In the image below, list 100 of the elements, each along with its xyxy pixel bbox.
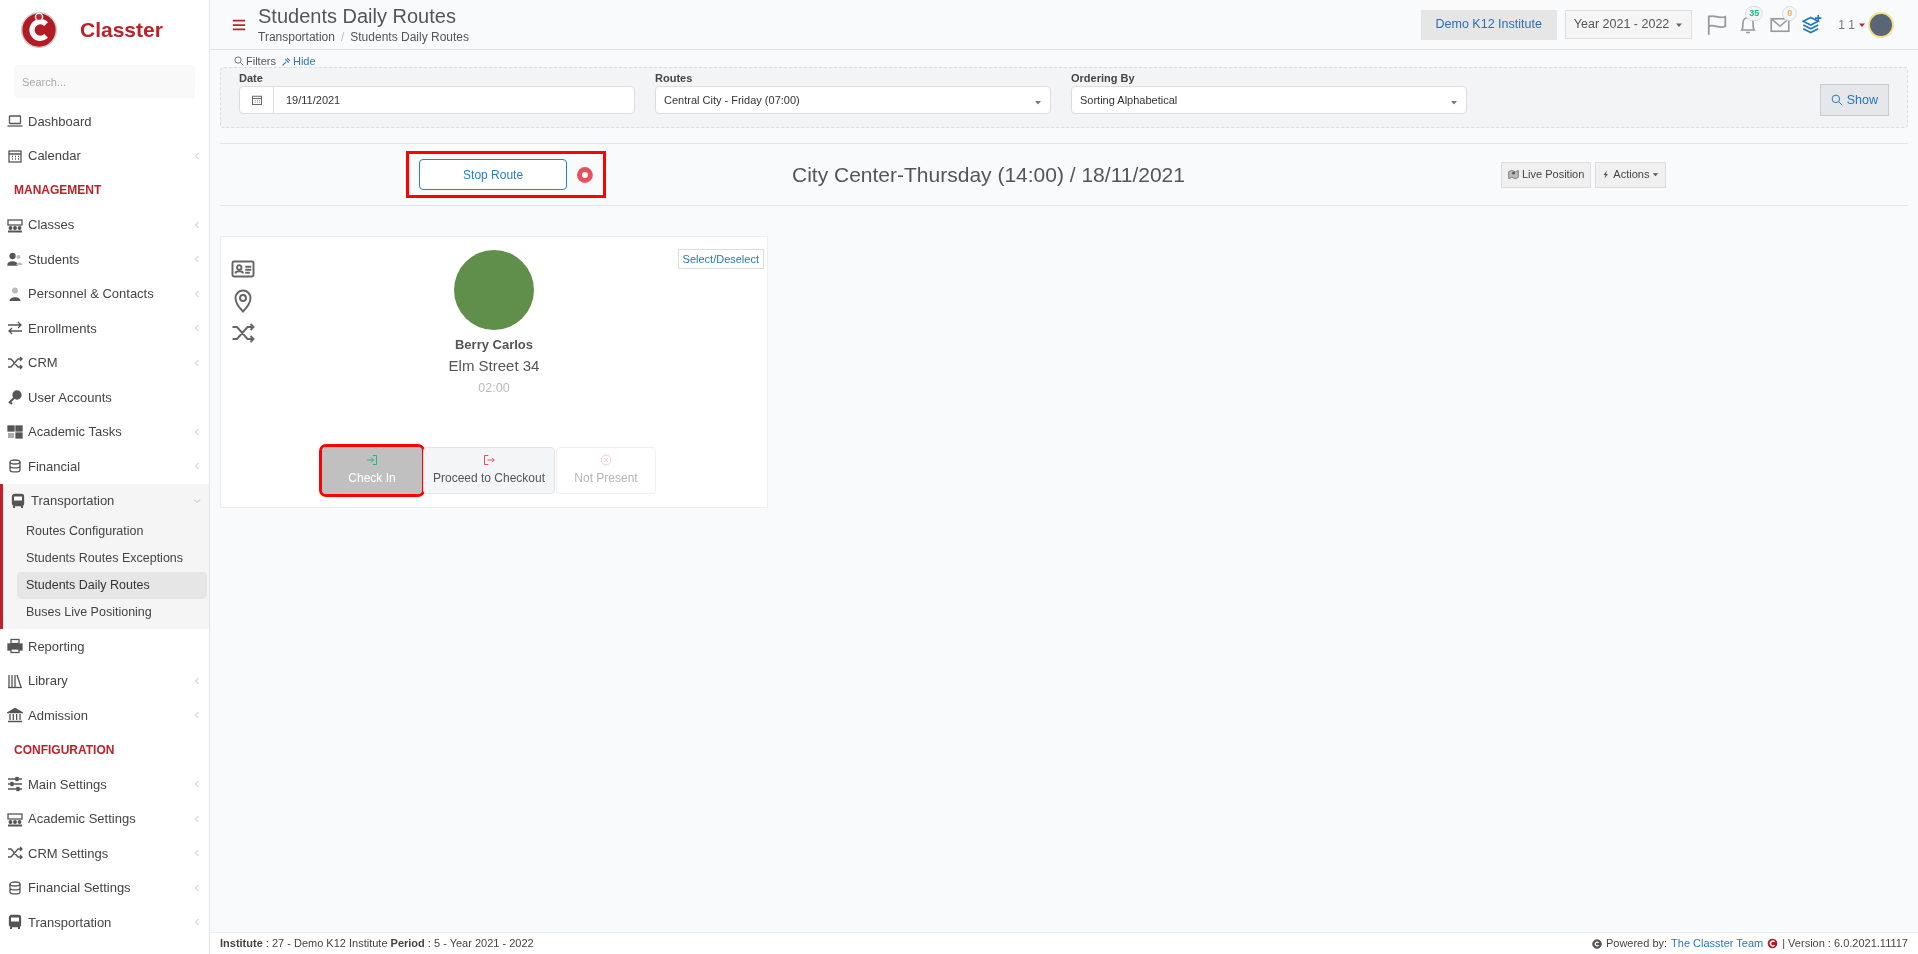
chevron-icon (193, 151, 201, 160)
student-address: Elm Street 34 (448, 355, 540, 376)
bolt-icon (1602, 169, 1611, 180)
caret-icon (1034, 98, 1042, 106)
live-position-button[interactable]: Live Position (1501, 161, 1592, 188)
chevron-icon (193, 462, 201, 471)
sidebar-item[interactable]: Classes (0, 207, 209, 242)
shuffle-icon (7, 845, 23, 862)
sidebar-item[interactable]: Transportation (3, 483, 209, 518)
caret-icon (1652, 171, 1660, 178)
sidebar-item[interactable]: Students (0, 242, 209, 277)
search-field[interactable]: Search... (14, 65, 195, 98)
chevron-icon (193, 883, 201, 892)
notification-count: 35 (1745, 5, 1764, 21)
submenu-item[interactable]: Students Routes Exceptions (17, 545, 207, 572)
submenu-item[interactable]: Students Daily Routes (17, 572, 207, 599)
sidebar-item[interactable]: Financial (0, 449, 209, 484)
shuffle-icon (7, 354, 23, 371)
avatar[interactable] (1868, 11, 1894, 38)
sidebar-item[interactable]: Library (0, 663, 209, 698)
checkout-button[interactable]: Proceed to Checkout (423, 447, 555, 494)
sidebar-item[interactable]: Dashboard (0, 104, 209, 139)
cancel-circle-icon (600, 454, 612, 466)
user-icon (7, 285, 23, 302)
sidebar-item[interactable]: Academic Settings (0, 801, 209, 836)
sidebar-item[interactable]: User Accounts (0, 380, 209, 415)
year-dropdown[interactable]: Year 2021 - 2022 (1564, 10, 1693, 39)
calendar-icon (250, 94, 263, 106)
laptop-icon (7, 113, 23, 130)
bus-icon (7, 914, 23, 931)
breadcrumb-item[interactable]: Students Daily Routes (350, 27, 469, 46)
bus-icon (10, 492, 26, 509)
printer-icon (7, 638, 23, 655)
search-icon (234, 56, 244, 66)
copyright-icon (1591, 938, 1602, 949)
key-icon (7, 389, 23, 406)
select-field[interactable]: Sorting Alphabetical (1071, 86, 1467, 114)
sidebar-item[interactable]: Financial Settings (0, 870, 209, 905)
field-label: Date (239, 71, 264, 86)
search-icon (1830, 94, 1843, 106)
sidebar-item[interactable]: Reporting (0, 629, 209, 664)
select-deselect-button[interactable]: Select/Deselect (677, 249, 764, 269)
chevron-icon (193, 220, 201, 229)
logo-icon (1767, 938, 1779, 949)
breadcrumb-item[interactable]: Transportation (258, 27, 335, 46)
chevron-icon (193, 780, 201, 789)
institute-button[interactable]: Demo K12 Institute (1420, 9, 1557, 40)
chevron-icon (193, 427, 201, 436)
flag-icon (1706, 13, 1729, 36)
date-field[interactable]: 19/11/2021 (239, 86, 635, 114)
route-title: City Center-Thursday (14:00) / 18/11/2021 (792, 161, 1185, 188)
team-link[interactable]: The Classter Team (1671, 935, 1764, 952)
user-name[interactable]: 1 1 (1838, 15, 1855, 34)
people-group-icon (7, 216, 23, 233)
bank-icon (7, 707, 23, 724)
student-name: Berry Carlos (454, 336, 533, 354)
sidebar-item[interactable]: Admission (0, 698, 209, 733)
actions-dropdown[interactable]: Actions (1595, 161, 1667, 188)
powered-by-label: Powered by: (1605, 936, 1668, 952)
footer-info: Institute : 27 - Demo K12 Institute Period : 5 - Year 2021 - 2022 (220, 936, 534, 952)
sidebar-item[interactable]: Main Settings (0, 767, 209, 802)
select-field[interactable]: Central City - Friday (07:00) (655, 86, 1051, 114)
coins-icon (7, 879, 23, 896)
chevron-icon (193, 255, 201, 264)
chevron-icon (193, 324, 201, 333)
sidebar-item[interactable]: Enrollments (0, 311, 209, 346)
chevron-icon (193, 849, 201, 858)
sidebar-item[interactable]: Academic Tasks (0, 414, 209, 449)
section-heading: MANAGEMENT (13, 182, 103, 200)
sidebar-item[interactable]: Calendar (0, 138, 209, 173)
logo-icon (20, 11, 58, 49)
exit-icon (483, 454, 495, 466)
stop-route-button[interactable]: Stop Route (419, 159, 568, 190)
books-icon (7, 672, 23, 689)
chevron-icon (193, 711, 201, 720)
users-icon (7, 251, 23, 268)
calendar-icon (7, 147, 23, 164)
version-label: | Version : 6.0.2021.11117 (1782, 936, 1908, 952)
sliders-icon (7, 776, 23, 793)
map-icon (1508, 169, 1519, 180)
check-in-icon (366, 454, 378, 466)
sidebar-item[interactable]: CRM Settings (0, 836, 209, 871)
chevron-icon (193, 814, 201, 823)
breadcrumb-separator: / (340, 28, 345, 46)
show-button[interactable]: Show (1819, 84, 1889, 116)
sidebar-item[interactable]: Transportation (0, 905, 209, 940)
chevron-icon (193, 918, 201, 927)
coins-icon (7, 458, 23, 475)
tiles-icon (7, 423, 23, 440)
chevron-icon (193, 358, 201, 367)
field-label: Routes (655, 71, 694, 86)
submenu-item[interactable]: Buses Live Positioning (17, 599, 207, 626)
page-title: Students Daily Routes (258, 3, 457, 28)
sidebar-item[interactable]: CRM (0, 345, 209, 380)
pickup-time: 02:00 (478, 380, 510, 397)
pin-icon (281, 56, 291, 66)
sidebar-item[interactable]: Personnel & Contacts (0, 276, 209, 311)
section-heading: CONFIGURATION (13, 741, 116, 759)
hide-link[interactable]: Hide (281, 52, 316, 70)
submenu-item[interactable]: Routes Configuration (17, 518, 207, 545)
